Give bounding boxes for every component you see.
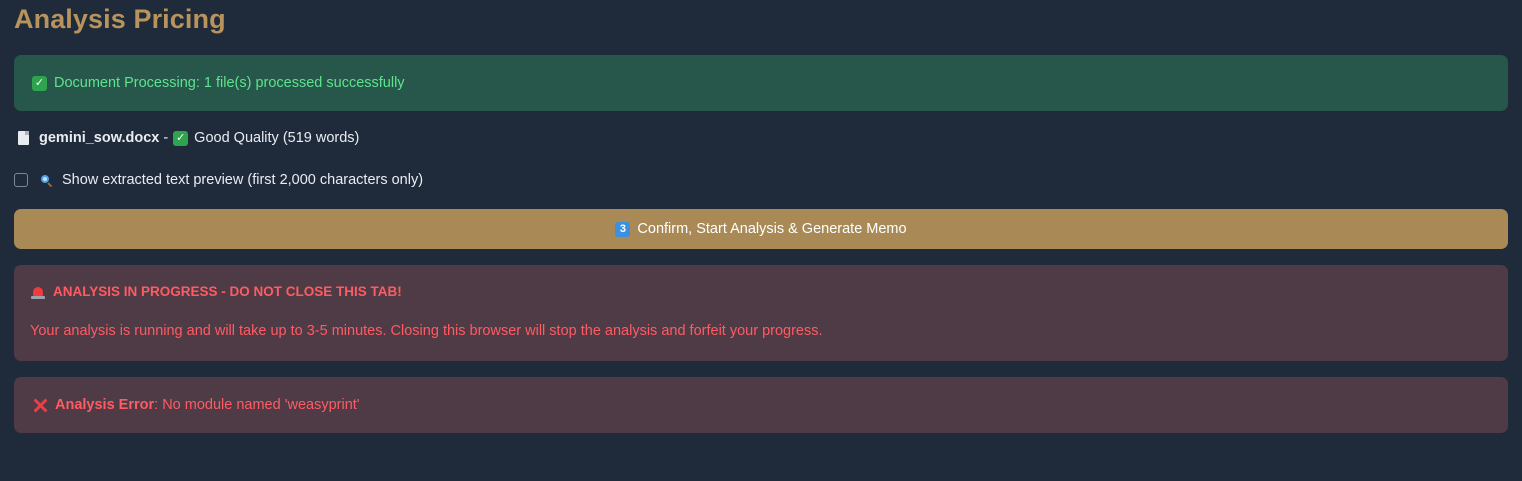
- document-icon: [18, 131, 29, 145]
- processing-success-alert: ✓ Document Processing: 1 file(s) process…: [14, 55, 1508, 111]
- main-content: Analysis Pricing ✓ Document Processing: …: [0, 0, 1522, 481]
- check-box-icon: ✓: [32, 75, 47, 91]
- file-status-row: gemini_sow.docx - ✓ Good Quality (519 wo…: [18, 130, 359, 146]
- preview-label[interactable]: Show extracted text preview (first 2,000…: [62, 172, 423, 188]
- error-label: Analysis Error: [55, 397, 155, 413]
- analysis-progress-warning: ANALYSIS IN PROGRESS - DO NOT CLOSE THIS…: [14, 265, 1508, 361]
- quality-check-icon: ✓: [173, 130, 189, 146]
- warning-body: Your analysis is running and will take u…: [30, 323, 823, 339]
- processing-message: Document Processing: 1 file(s) processed…: [54, 75, 405, 91]
- search-icon: [41, 174, 52, 186]
- file-name: gemini_sow.docx: [39, 130, 160, 146]
- cross-icon: [32, 397, 48, 413]
- siren-icon: [31, 285, 45, 299]
- analysis-error-alert: Analysis Error : No module named 'weasyp…: [14, 377, 1508, 433]
- start-analysis-button[interactable]: 3 Confirm, Start Analysis & Generate Mem…: [14, 209, 1508, 249]
- start-analysis-label[interactable]: Confirm, Start Analysis & Generate Memo: [637, 221, 906, 237]
- warning-title: ANALYSIS IN PROGRESS - DO NOT CLOSE THIS…: [53, 284, 402, 299]
- error-message: : No module named 'weasyprint': [154, 397, 360, 413]
- file-separator: -: [163, 130, 169, 146]
- preview-checkbox[interactable]: [14, 173, 28, 187]
- keycap-3-icon: 3: [615, 221, 631, 237]
- page-title: Analysis Pricing: [14, 4, 226, 34]
- text-preview-toggle[interactable]: Show extracted text preview (first 2,000…: [14, 172, 423, 188]
- warning-title-row: ANALYSIS IN PROGRESS - DO NOT CLOSE THIS…: [31, 284, 402, 299]
- file-quality-status: Good Quality (519 words): [194, 130, 360, 146]
